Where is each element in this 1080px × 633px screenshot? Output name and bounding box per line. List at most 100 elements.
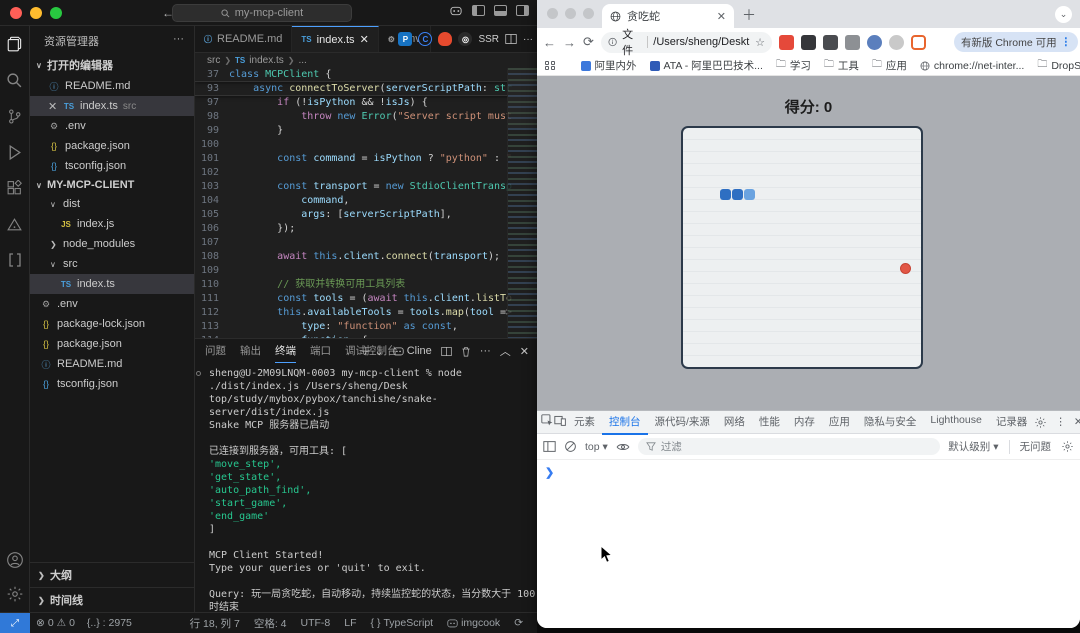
command-center-search[interactable]: my-mcp-client: [172, 4, 352, 22]
extension-icon-disabled[interactable]: [889, 35, 904, 50]
apps-grid-icon[interactable]: [545, 61, 555, 71]
run-debug-icon[interactable]: [5, 142, 25, 162]
codeium-icon[interactable]: C: [418, 32, 432, 46]
devtools-tab-应用[interactable]: 应用: [822, 410, 857, 435]
tab-search-chevron[interactable]: ⌄: [1055, 6, 1072, 23]
bookmark-item[interactable]: chrome://net-inter...: [920, 57, 1024, 74]
file-tree-item[interactable]: TSindex.ts: [30, 274, 194, 294]
console-context-selector[interactable]: top ▾: [585, 441, 608, 453]
browser-back-button[interactable]: ←: [543, 35, 556, 50]
clear-console-icon[interactable]: [564, 440, 577, 453]
cline-extension-icon[interactable]: [5, 250, 25, 270]
file-tree-item[interactable]: ∨dist: [30, 194, 194, 214]
explorer-icon[interactable]: [5, 34, 25, 54]
split-editor-icon[interactable]: [505, 33, 517, 45]
sync-icon[interactable]: ⟳: [508, 617, 529, 629]
devtools-tab-网络[interactable]: 网络: [717, 410, 752, 435]
ssr-label[interactable]: SSR: [478, 34, 499, 45]
terminal-output[interactable]: sheng@U-2M09LNQM-0003 my-mcp-client % no…: [195, 363, 537, 612]
eol-sequence[interactable]: LF: [338, 617, 362, 629]
prettier-icon[interactable]: P: [398, 32, 412, 46]
browser-tab[interactable]: 贪吃蛇 ✕: [602, 4, 734, 28]
new-tab-button[interactable]: ＋: [738, 4, 760, 26]
bookmark-item[interactable]: 阿里内外: [581, 57, 637, 74]
chrome-close-button[interactable]: [547, 8, 558, 19]
file-tree-item[interactable]: ⓘREADME.md: [30, 354, 194, 374]
open-editor-item[interactable]: ⓘREADME.md: [30, 76, 194, 96]
editor-tab-READMEmd[interactable]: ⓘREADME.md: [195, 26, 292, 52]
bookmark-item[interactable]: 🗀应用: [872, 57, 907, 74]
devtools-tab-源代码/来源[interactable]: 源代码/来源: [648, 410, 717, 435]
close-panel-button[interactable]: ✕: [520, 345, 529, 358]
eye-icon[interactable]: [616, 442, 630, 452]
cursor-position[interactable]: 行 18, 列 7: [184, 616, 246, 631]
search-icon[interactable]: [5, 70, 25, 90]
open-editor-item[interactable]: ✕TSindex.tssrc: [30, 96, 194, 116]
file-tree-item[interactable]: ∨src: [30, 254, 194, 274]
console-filter-input[interactable]: 过滤: [638, 438, 940, 455]
cline-terminal-button[interactable]: Cline: [393, 345, 432, 357]
minimap[interactable]: [507, 68, 537, 338]
file-tree-item[interactable]: JSindex.js: [30, 214, 194, 234]
bookmark-item[interactable]: 🗀学习: [776, 57, 811, 74]
devtools-more-icon[interactable]: ⋮: [1055, 416, 1066, 428]
browser-forward-button[interactable]: →: [563, 35, 576, 50]
address-bar[interactable]: 文件 /Users/sheng/Deskt... ☆: [601, 32, 772, 53]
remote-indicator-button[interactable]: ⤢: [0, 613, 30, 633]
problems-status[interactable]: ⊗0 ⚠0: [30, 617, 81, 629]
extension-icon-target[interactable]: [911, 35, 926, 50]
toggle-secondary-sidebar-button[interactable]: [516, 5, 529, 16]
console-area[interactable]: ❯: [537, 460, 1080, 628]
file-tree-item[interactable]: {}package.json: [30, 334, 194, 354]
close-tab-icon[interactable]: ✕: [717, 10, 726, 23]
console-settings-icon[interactable]: [1061, 440, 1074, 453]
extension-icon-dark2[interactable]: [823, 35, 838, 50]
extensions-icon[interactable]: [5, 178, 25, 198]
page-info-icon[interactable]: [608, 37, 617, 47]
split-terminal-icon[interactable]: [441, 346, 452, 357]
devtools-tab-隐私与安全[interactable]: 隐私与安全: [857, 410, 924, 435]
chrome-minimize-button[interactable]: [565, 8, 576, 19]
minimize-window-button[interactable]: [30, 7, 42, 19]
source-control-icon[interactable]: [5, 106, 25, 126]
gitlens-fox-icon[interactable]: [438, 32, 452, 46]
file-tree-item[interactable]: {}tsconfig.json: [30, 374, 194, 394]
close-editor-icon[interactable]: ✕: [48, 100, 58, 113]
open-editor-item[interactable]: {}tsconfig.json: [30, 156, 194, 176]
panel-tab-终端[interactable]: 终端: [275, 339, 296, 363]
explorer-more-actions[interactable]: ···: [173, 33, 184, 49]
indentation[interactable]: 空格: 4: [248, 616, 293, 631]
toggle-primary-sidebar-button[interactable]: [472, 5, 485, 16]
bookmark-star-icon[interactable]: ☆: [755, 36, 765, 49]
open-editor-item[interactable]: {}package.json: [30, 136, 194, 156]
device-toolbar-icon[interactable]: [554, 414, 567, 430]
panel-tab-输出[interactable]: 输出: [240, 339, 261, 363]
project-root-header[interactable]: ∨MY-MCP-CLIENT: [30, 176, 194, 194]
account-icon[interactable]: [5, 550, 25, 570]
chrome-zoom-button[interactable]: [583, 8, 594, 19]
extension-icon-red[interactable]: [779, 35, 794, 50]
maximize-panel-button[interactable]: ︿: [500, 343, 511, 359]
kill-terminal-trash-icon[interactable]: [461, 346, 471, 357]
log-levels-dropdown[interactable]: 默认级别 ▾: [948, 439, 998, 454]
inspect-element-icon[interactable]: [541, 414, 554, 430]
issues-counter[interactable]: 无问题: [1020, 439, 1052, 454]
outline-section[interactable]: ❯大纲: [30, 562, 194, 587]
open-editor-item[interactable]: ⚙.env: [30, 116, 194, 136]
console-sidebar-icon[interactable]: [543, 440, 556, 453]
extension-icon-globe[interactable]: [867, 35, 882, 50]
timeline-section[interactable]: ❯时间线: [30, 587, 194, 612]
close-window-button[interactable]: [10, 7, 22, 19]
settings-gear-icon[interactable]: [5, 584, 25, 604]
breadcrumb[interactable]: src❯ TS index.ts❯ ...: [195, 53, 537, 68]
devtools-tab-记录器[interactable]: 记录器: [989, 410, 1035, 435]
testing-icon[interactable]: [5, 214, 25, 234]
chrome-menu-icon[interactable]: ⋮: [1061, 36, 1072, 48]
panel-tab-端口[interactable]: 端口: [310, 339, 331, 363]
devtools-tab-控制台[interactable]: 控制台: [602, 410, 648, 435]
devtools-settings-icon[interactable]: [1034, 416, 1047, 429]
file-tree-item[interactable]: ⚙.env: [30, 294, 194, 314]
copilot-icon[interactable]: [450, 5, 463, 17]
new-terminal-button[interactable]: ＋ ⌄: [360, 343, 383, 359]
extension-icon-dark1[interactable]: [801, 35, 816, 50]
